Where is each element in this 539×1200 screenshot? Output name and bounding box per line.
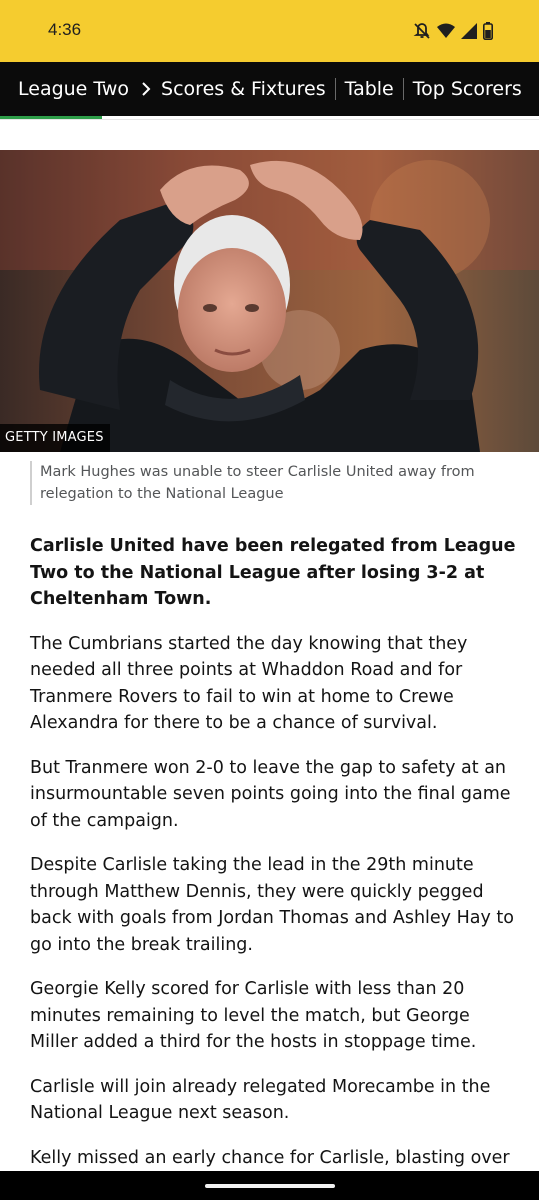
article-paragraph: Despite Carlisle taking the lead in the …: [30, 855, 514, 955]
home-gesture-handle[interactable]: [205, 1184, 335, 1188]
mute-icon: [413, 22, 431, 40]
nav-divider: [402, 78, 404, 100]
status-time: 4:36: [48, 20, 82, 39]
status-icons: [413, 21, 493, 41]
system-navigation-bar: [0, 1171, 539, 1200]
breadcrumb-league-two[interactable]: League Two: [18, 78, 129, 100]
image-credit: GETTY IMAGES: [0, 424, 110, 452]
signal-icon: [461, 23, 477, 39]
chevron-right-icon: [141, 81, 151, 97]
article-paragraph: But Tranmere won 2-0 to leave the gap to…: [30, 757, 511, 831]
section-nav: League Two Scores & Fixtures Table Top S…: [0, 62, 539, 116]
battery-icon: [483, 22, 493, 40]
wifi-icon: [437, 23, 455, 39]
tab-top-scorers[interactable]: Top Scorers: [413, 78, 522, 100]
hero-image: GETTY IMAGES: [0, 150, 539, 452]
tab-table[interactable]: Table: [345, 78, 394, 100]
article-paragraph: The Cumbrians started the day knowing th…: [30, 633, 468, 734]
article-paragraph: Georgie Kelly scored for Carlisle with l…: [30, 979, 477, 1052]
status-bar: 4:36: [0, 0, 539, 62]
tab-scores-fixtures[interactable]: Scores & Fixtures: [161, 78, 326, 100]
article-lede: Carlisle United have been relegated from…: [30, 536, 516, 609]
manager-photo: [0, 150, 539, 452]
article-paragraph: Carlisle will join already relegated Mor…: [30, 1076, 491, 1124]
image-caption: Mark Hughes was unable to steer Carlisle…: [30, 461, 520, 505]
nav-divider: [334, 78, 336, 100]
article-paragraph-partial: Kelly missed an early chance for Carlisl…: [30, 1147, 510, 1168]
nav-divider-line: [0, 119, 539, 120]
article-body: Carlisle United have been relegated from…: [30, 533, 520, 1189]
